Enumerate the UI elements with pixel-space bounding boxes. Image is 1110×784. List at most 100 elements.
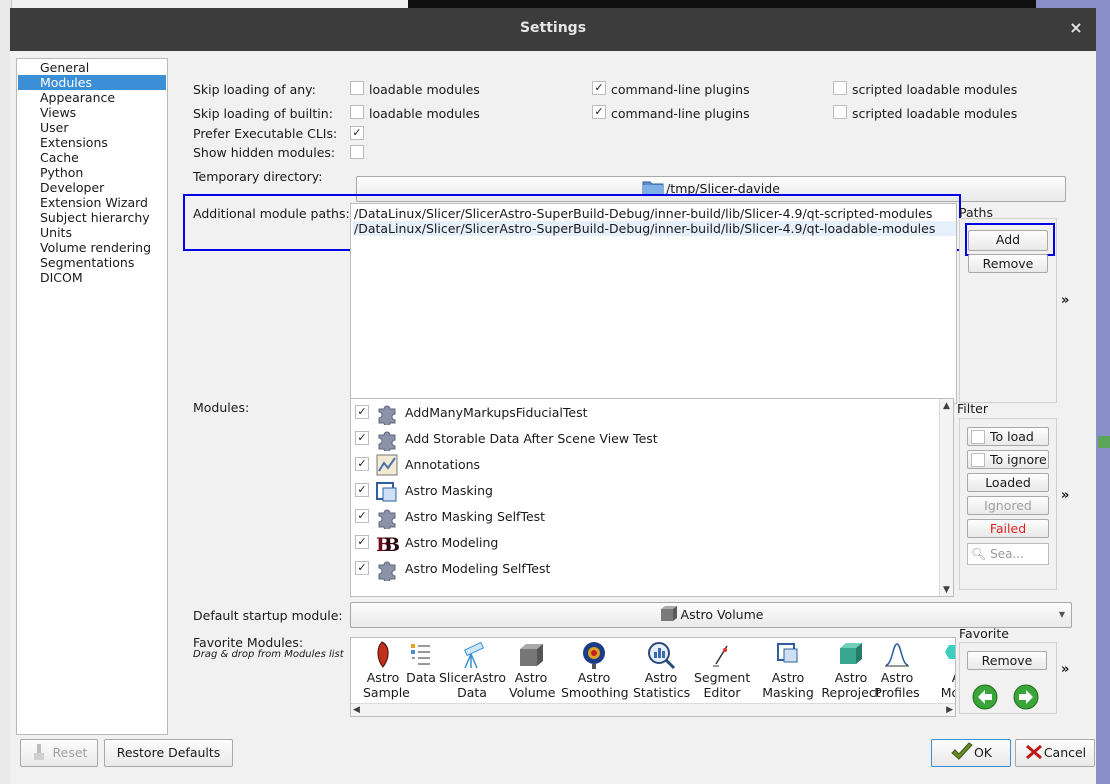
skip-builtin-cli-label: command-line plugins xyxy=(611,106,750,121)
expand-paths-icon[interactable]: » xyxy=(1061,293,1069,308)
nav-item-segmentations[interactable]: Segmentations xyxy=(18,255,166,270)
astro-sample-icon xyxy=(368,640,398,670)
module-path-item[interactable]: /DataLinux/Slicer/SlicerAstro-SuperBuild… xyxy=(353,206,956,221)
module-checkbox[interactable]: ✓ xyxy=(355,457,369,471)
module-search-input[interactable]: 🔍︎ Sea... xyxy=(967,543,1049,565)
background-green-mark xyxy=(1098,436,1110,448)
prefer-cli-checkbox[interactable]: ✓ xyxy=(350,126,364,140)
settings-nav-list[interactable]: General Modules Appearance Views User Extensi… xyxy=(16,58,168,735)
skip-any-loadable-checkbox[interactable] xyxy=(350,81,364,95)
skip-any-cli-checkbox[interactable]: ✓ xyxy=(592,81,606,95)
module-checkbox[interactable]: ✓ xyxy=(355,431,369,445)
astro-volume-icon xyxy=(659,605,677,623)
module-row[interactable]: ✓ AddManyMarkupsFiducialTest xyxy=(351,400,939,427)
nav-item-views[interactable]: Views xyxy=(18,105,166,120)
cancel-button[interactable]: Cancel xyxy=(1015,739,1095,767)
remove-path-button[interactable]: Remove xyxy=(968,254,1048,273)
show-hidden-label: Show hidden modules: xyxy=(193,145,336,160)
module-row[interactable]: ✓ Astro Masking SelfTest xyxy=(351,504,939,531)
favorites-list[interactable]: Astro Sample Data SlicerAstro Data Astro Volum… xyxy=(350,637,956,717)
close-icon[interactable]: × xyxy=(1066,18,1086,38)
prefer-cli-label: Prefer Executable CLIs: xyxy=(193,126,338,141)
nav-item-appearance[interactable]: Appearance xyxy=(18,90,166,105)
nav-item-developer[interactable]: Developer xyxy=(18,180,166,195)
favorite-item[interactable]: AMom xyxy=(936,640,955,708)
module-checkbox[interactable]: ✓ xyxy=(355,405,369,419)
nav-item-cache[interactable]: Cache xyxy=(18,150,166,165)
favorites-label: Favorite Modules: xyxy=(193,635,304,650)
nav-item-extensions[interactable]: Extensions xyxy=(18,135,166,150)
filter-panel: To load To ignore Loaded Ignored Failed 🔍︎ Se… xyxy=(959,418,1057,590)
module-row[interactable]: ✓ Add Storable Data After Scene View Test xyxy=(351,426,939,453)
nav-item-modules[interactable]: Modules xyxy=(18,75,166,90)
nav-item-general[interactable]: General xyxy=(18,60,166,75)
favorite-item[interactable]: Astro Volume xyxy=(509,640,556,708)
puzzle-icon xyxy=(375,557,399,583)
favorite-item[interactable]: Astro Masking xyxy=(761,640,815,708)
favorite-item[interactable]: Segment Editor xyxy=(694,640,750,708)
module-checkbox[interactable]: ✓ xyxy=(355,483,369,497)
nav-item-extension-wizard[interactable]: Extension Wizard xyxy=(18,195,166,210)
filter-title: Filter xyxy=(957,401,988,416)
add-path-button[interactable]: Add xyxy=(968,230,1048,251)
skip-builtin-loadable-checkbox[interactable] xyxy=(350,105,364,119)
module-path-item[interactable]: /DataLinux/Slicer/SlicerAstro-SuperBuild… xyxy=(353,221,956,236)
nav-item-volume-rendering[interactable]: Volume rendering xyxy=(18,240,166,255)
module-checkbox[interactable]: ✓ xyxy=(355,509,369,523)
nav-item-dicom[interactable]: DICOM xyxy=(18,270,166,285)
module-row[interactable]: ✓ Astro Masking xyxy=(351,478,939,504)
filter-to-ignore-button[interactable]: To ignore xyxy=(967,450,1049,469)
nav-item-subject-hierarchy[interactable]: Subject hierarchy xyxy=(18,210,166,225)
filter-checkbox[interactable] xyxy=(971,453,985,467)
favorite-item[interactable]: SlicerAstro Data xyxy=(439,640,506,708)
favorites-scrollbar[interactable]: ◀ ▶ xyxy=(351,703,955,716)
skip-builtin-scripted-checkbox[interactable] xyxy=(833,105,847,119)
module-row[interactable]: ✓ Annotations xyxy=(351,452,939,478)
favorite-item[interactable]: Astro Statistics xyxy=(633,640,690,708)
show-hidden-checkbox[interactable] xyxy=(350,145,364,159)
skip-any-scripted-checkbox[interactable] xyxy=(833,81,847,95)
filter-ignored-button[interactable]: Ignored xyxy=(967,496,1049,515)
favorite-label-line: Volume xyxy=(509,685,556,700)
move-left-icon[interactable] xyxy=(971,683,999,711)
scroll-left-icon[interactable]: ◀ xyxy=(353,705,360,715)
favorite-item[interactable]: Astro Sample xyxy=(363,640,410,708)
filter-to-load-button[interactable]: To load xyxy=(967,427,1049,446)
filter-failed-button[interactable]: Failed xyxy=(967,519,1049,538)
astro-reproject-icon xyxy=(836,640,866,670)
move-right-icon[interactable] xyxy=(1012,683,1040,711)
modules-list[interactable]: ✓ AddManyMarkupsFiducialTest ✓ Add Storable… xyxy=(350,398,954,597)
favorite-item[interactable]: Data xyxy=(403,640,439,708)
module-checkbox[interactable]: ✓ xyxy=(355,535,369,549)
favorite-title: Favorite xyxy=(959,626,1009,641)
scroll-down-icon[interactable]: ▼ xyxy=(940,585,953,595)
title-bar[interactable]: Settings × xyxy=(10,8,1096,51)
module-paths-list[interactable]: /DataLinux/Slicer/SlicerAstro-SuperBuild… xyxy=(350,203,957,404)
skip-builtin-cli-checkbox[interactable]: ✓ xyxy=(592,105,606,119)
module-row[interactable]: ✓ B B Astro Modeling xyxy=(351,530,939,556)
scroll-up-icon[interactable]: ▲ xyxy=(940,401,953,411)
nav-item-user[interactable]: User xyxy=(18,120,166,135)
favorite-label-line: Segment xyxy=(694,670,751,685)
reset-button[interactable]: Reset xyxy=(20,739,98,767)
nav-item-units[interactable]: Units xyxy=(18,225,166,240)
filter-loaded-button[interactable]: Loaded xyxy=(967,473,1049,492)
scroll-right-icon[interactable]: ▶ xyxy=(946,705,953,715)
restore-defaults-button[interactable]: Restore Defaults xyxy=(104,739,233,767)
modules-scrollbar[interactable]: ▲ ▼ xyxy=(939,399,953,596)
startup-module-select[interactable]: Astro Volume ▼ xyxy=(350,602,1072,628)
favorite-item[interactable]: Astro Profiles xyxy=(871,640,923,708)
nav-item-python[interactable]: Python xyxy=(18,165,166,180)
favorite-label-line: Astro xyxy=(514,670,548,685)
expand-filter-icon[interactable]: » xyxy=(1061,488,1069,503)
expand-favorites-icon[interactable]: » xyxy=(1061,662,1069,677)
favorite-item[interactable]: Astro Smoothing xyxy=(561,640,629,708)
remove-favorite-button[interactable]: Remove xyxy=(967,651,1047,670)
paths-title: Paths xyxy=(959,205,993,220)
module-row[interactable]: ✓ Astro Modeling SelfTest xyxy=(351,556,939,583)
filter-checkbox[interactable] xyxy=(971,430,985,444)
module-checkbox[interactable]: ✓ xyxy=(355,561,369,575)
favorite-label-line: Editor xyxy=(703,685,741,700)
ok-button[interactable]: OK xyxy=(931,739,1011,767)
segment-editor-icon xyxy=(707,640,737,670)
